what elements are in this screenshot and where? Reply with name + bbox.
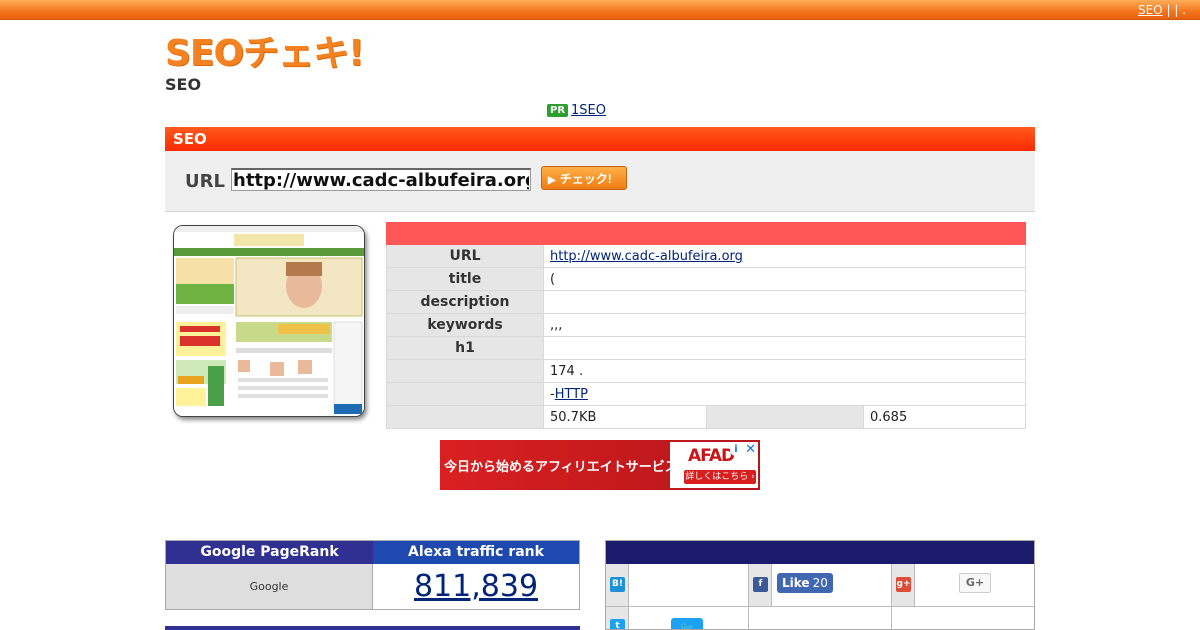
site-subtitle: SEO [165,75,202,94]
http-link[interactable]: HTTP [555,387,588,402]
pr-link[interactable]: 1SEO [571,103,606,118]
social-header [606,541,1034,564]
table-row: description [386,290,1026,314]
alexa-header: Alexa traffic rank [373,541,579,564]
top-seo-link[interactable]: SEO [1138,3,1163,17]
table-row: title ( [386,267,1026,291]
tweet-button[interactable]: 🐦 [671,618,703,630]
social-box: B! f Like 20 g+ G+ t 🐦 [605,540,1035,630]
twitter-count-cell: 🐦 [629,607,749,630]
hatena-icon-cell: B! [606,564,629,606]
twitter-bird-icon: 🐦 [679,621,695,630]
facebook-count-cell: Like 20 [772,564,892,606]
row-label [386,382,544,406]
facebook-like-button[interactable]: Like 20 [777,573,833,593]
page-size-value: 50.7KB [543,405,707,429]
row-label: keywords [386,313,544,337]
facebook-icon-cell: f [749,564,772,606]
ad-logo-panel: AFAD 詳しくはこちら › i ✕ [670,442,758,488]
table-row: h1 [386,336,1026,360]
rank-box: Google PageRank Alexa traffic rank Googl… [165,540,580,610]
hatena-count-cell [629,564,749,606]
url-label: URL [185,171,225,192]
table-row: URL http://www.cadc-albufeira.org [386,244,1026,268]
ad-info-icon[interactable]: i [730,444,742,456]
google-plus-icon[interactable]: g+ [896,577,911,592]
row-label [386,359,544,383]
table-row: -HTTP [386,382,1026,406]
gplus-count-cell: G+ [915,564,1034,606]
google-plus-button[interactable]: G+ [959,573,991,593]
table-row: 50.7KB 0.685 [386,405,1026,429]
row-label: URL [386,244,544,268]
title-value: ( [543,267,1026,291]
pagerank-header: Google PageRank [166,541,373,564]
social-row: t 🐦 [606,607,1034,630]
alexa-rank-link[interactable]: 811,839 [414,569,538,604]
top-links: SEO | | . [1138,3,1186,17]
top-bar: SEO | | . [0,0,1200,20]
site-logo[interactable]: SEOチェキ! [165,33,365,75]
facebook-like-count: 20 [812,576,828,590]
pagerank-value: Google [166,564,373,609]
row-label: h1 [386,336,544,360]
table-row: keywords ,,, [386,313,1026,337]
twitter-icon[interactable]: t [610,619,625,629]
pr-badge: PR [547,104,569,117]
load-time-value: 0.685 [863,405,1026,429]
ad-text: 今日から始めるアフィリエイトサービス [444,460,678,475]
ad-banner[interactable]: 今日から始めるアフィリエイトサービス AFAD 詳しくはこちら › i ✕ [440,440,760,490]
row-label: description [386,290,544,314]
word-count-value: 174 . [543,359,1026,383]
load-time-label [706,405,864,429]
thumbnail-image [174,226,364,416]
next-section-header [165,626,580,630]
seo-section-header: SEO [165,127,1035,151]
h1-value [543,336,1026,360]
facebook-icon[interactable]: f [753,577,768,592]
ad-brand-logo: AFAD [688,446,735,466]
check-button[interactable]: ▶ チェック! [541,166,627,190]
seo-info-table: URL http://www.cadc-albufeira.org title … [386,222,1026,429]
alexa-value-cell: 811,839 [373,564,579,609]
social-row: B! f Like 20 g+ G+ [606,564,1034,607]
facebook-like-label: Like [782,576,810,590]
pr-line: PR 1SEO [547,103,606,118]
gplus-icon-cell: g+ [892,564,915,606]
keywords-value: ,,, [543,313,1026,337]
row-label [386,405,544,429]
table-row: 174 . [386,359,1026,383]
top-separators: | | . [1166,3,1186,17]
hatena-icon[interactable]: B! [610,577,625,592]
description-value [543,290,1026,314]
ad-close-icon[interactable]: ✕ [745,442,756,457]
social-empty-cell [749,607,892,629]
row-label: title [386,267,544,291]
info-table-header [386,222,1026,245]
url-check-panel: URL ▶チェック! [165,151,1035,212]
play-icon: ▶ [548,175,556,186]
check-button-label: チェック! [559,172,612,186]
seo-section-title: SEO [173,130,207,148]
site-thumbnail [173,225,365,417]
twitter-icon-cell: t [606,607,629,629]
ad-cta-button[interactable]: 詳しくはこちら › [684,470,756,484]
site-url-link[interactable]: http://www.cadc-albufeira.org [550,249,743,264]
url-input[interactable] [231,168,531,191]
